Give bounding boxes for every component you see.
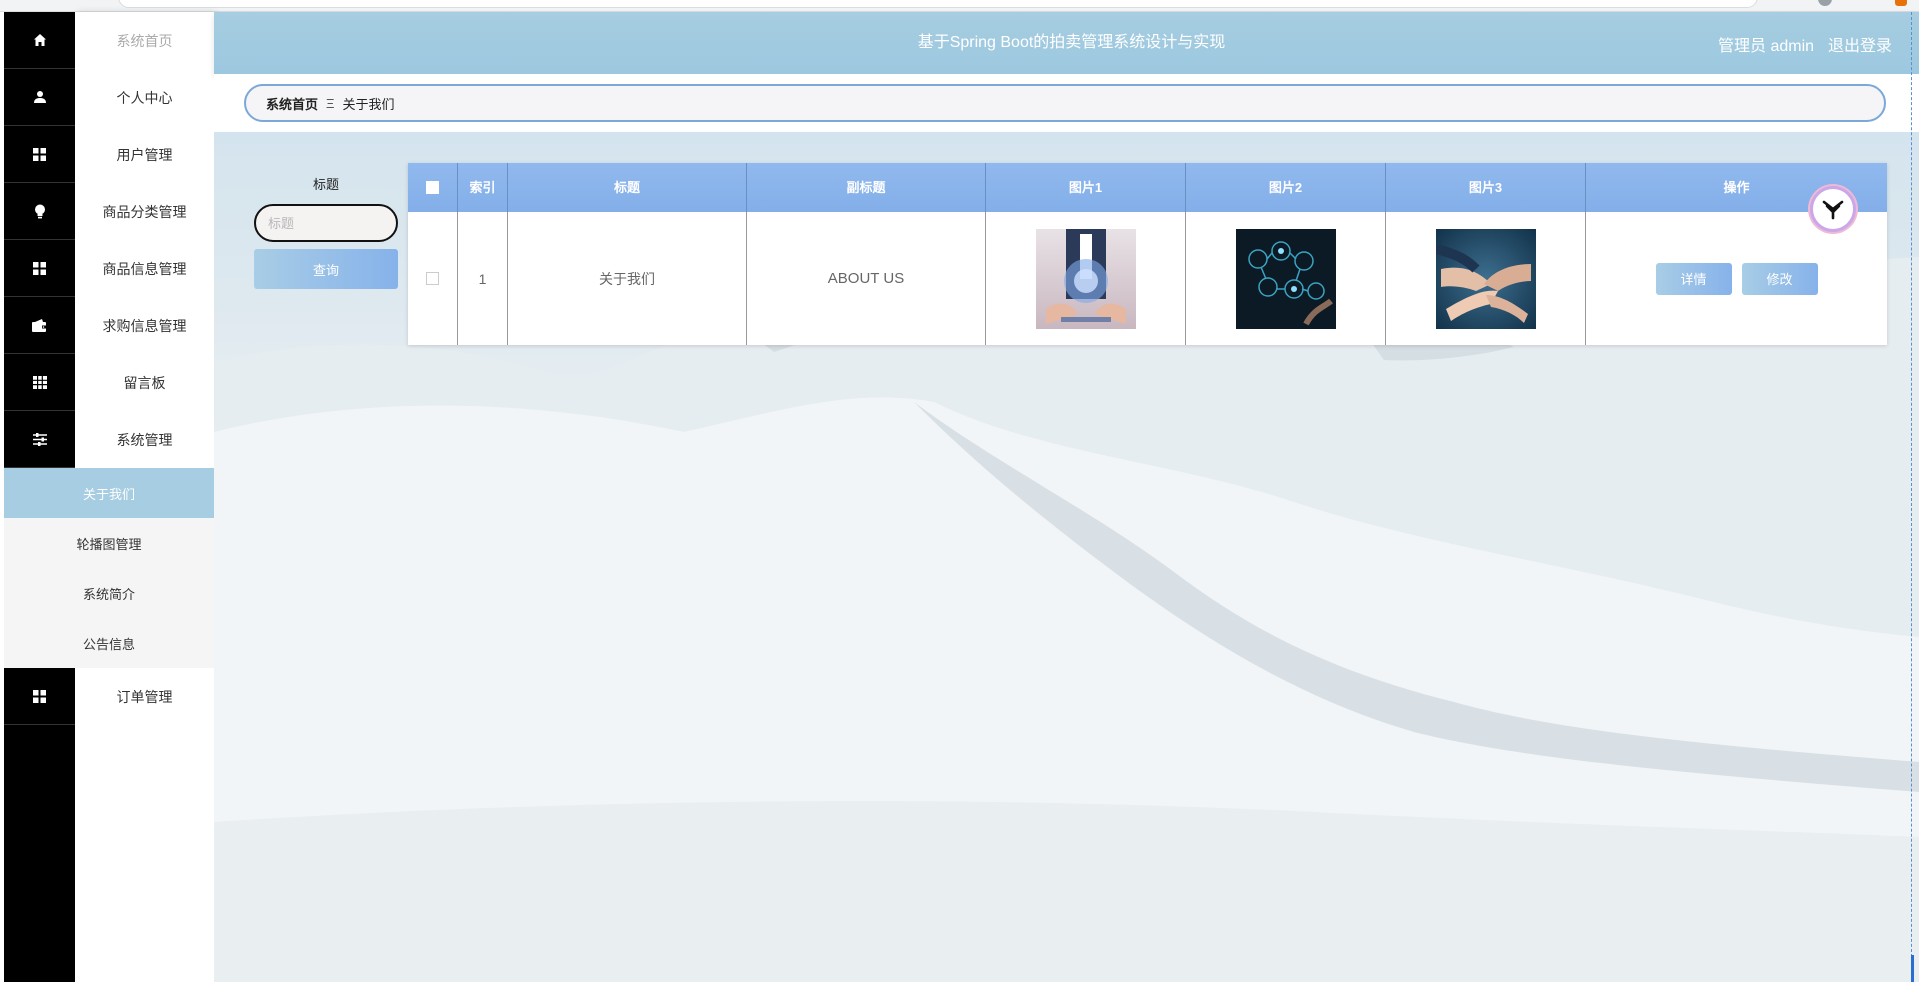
breadcrumb: 系统首页 Ξ 关于我们 — [244, 84, 1886, 122]
table-header: 索引 标题 副标题 图片1 图片2 图片3 操作 — [408, 163, 1887, 212]
sidebar-item-label: 商品信息管理 — [102, 260, 187, 277]
submenu-label: 系统简介 — [82, 586, 135, 602]
cell-title: 关于我们 — [508, 212, 747, 345]
sidebar-item-label: 系统首页 — [116, 32, 173, 49]
grid-icon — [4, 240, 75, 297]
search-button[interactable]: 查询 — [254, 249, 398, 289]
sidebar-item-label: 个人中心 — [116, 89, 173, 106]
sidebar-item-system[interactable]: 系统管理 — [4, 411, 214, 468]
search-input[interactable] — [254, 204, 398, 242]
edit-button[interactable]: 修改 — [1741, 262, 1818, 295]
sidebar-item-home[interactable]: 系统首页 — [4, 12, 214, 69]
current-user: 管理员 admin — [1718, 38, 1815, 55]
extension-icon[interactable] — [1895, 0, 1907, 6]
select-all-checkbox[interactable] — [426, 181, 439, 194]
sidebar-item-label: 商品分类管理 — [102, 203, 187, 220]
sidebar-item-label: 求购信息管理 — [102, 317, 187, 334]
search-label: 标题 — [312, 177, 339, 192]
column-header-image1: 图片1 — [986, 163, 1186, 212]
column-header-image3: 图片3 — [1386, 163, 1586, 212]
submenu-system-intro[interactable]: 系统简介 — [4, 568, 214, 618]
breadcrumb-separator: Ξ — [326, 95, 335, 111]
cell-image1 — [986, 212, 1186, 345]
sidebar-item-messages[interactable]: 留言板 — [4, 354, 214, 411]
column-header-title: 标题 — [508, 163, 747, 212]
grid-icon — [4, 126, 75, 183]
home-icon — [4, 12, 75, 69]
sidebar-item-label: 用户管理 — [116, 146, 173, 163]
table-icon — [4, 354, 75, 411]
cell-image2 — [1186, 212, 1386, 345]
sidebar-item-orders[interactable]: 订单管理 — [4, 668, 214, 725]
scrollbar-thumb[interactable] — [1911, 955, 1914, 982]
cell-index: 1 — [458, 212, 508, 345]
app-title: 基于Spring Boot的拍卖管理系统设计与实现 — [917, 34, 1226, 51]
sidebar-item-products[interactable]: 商品信息管理 — [4, 240, 214, 297]
submenu-about-us[interactable]: 关于我们 — [4, 468, 214, 518]
select-all-cell — [408, 163, 458, 212]
submenu-label: 公告信息 — [82, 636, 135, 652]
user-icon — [4, 69, 75, 126]
sidebar-item-purchase[interactable]: 求购信息管理 — [4, 297, 214, 354]
sidebar-item-users[interactable]: 用户管理 — [4, 126, 214, 183]
bulb-icon — [4, 183, 75, 240]
cell-actions: 详情 修改 — [1586, 212, 1887, 345]
breadcrumb-home[interactable]: 系统首页 — [266, 94, 318, 113]
column-header-subtitle: 副标题 — [747, 163, 986, 212]
profile-icon[interactable] — [1818, 0, 1832, 6]
sidebar-item-label: 订单管理 — [116, 688, 173, 705]
submenu-carousel[interactable]: 轮播图管理 — [4, 518, 214, 568]
top-header: 基于Spring Boot的拍卖管理系统设计与实现 管理员 admin 退出登录 — [214, 12, 1919, 74]
submenu-label: 关于我们 — [82, 486, 135, 502]
data-table: 索引 标题 副标题 图片1 图片2 图片3 操作 1 关于我们 ABOUT US — [408, 163, 1887, 345]
sidebar-item-label: 留言板 — [123, 374, 166, 391]
tech-network-image — [1235, 228, 1336, 329]
logout-link[interactable]: 退出登录 — [1828, 32, 1892, 56]
submenu-notice[interactable]: 公告信息 — [4, 618, 214, 668]
row-select-cell — [408, 212, 458, 345]
sidebar-item-label: 系统管理 — [116, 431, 173, 448]
business-hologram-image — [1035, 228, 1136, 329]
sidebar-item-profile[interactable]: 个人中心 — [4, 69, 214, 126]
sliders-icon — [4, 411, 75, 468]
breadcrumb-current: 关于我们 — [342, 96, 395, 112]
column-header-index: 索引 — [458, 163, 508, 212]
grid-icon — [4, 668, 75, 725]
browser-chrome — [0, 0, 1919, 12]
sidebar-item-category[interactable]: 商品分类管理 — [4, 183, 214, 240]
team-hands-image — [1435, 228, 1536, 329]
row-checkbox[interactable] — [426, 272, 439, 285]
address-bar[interactable] — [118, 0, 1758, 8]
assistant-badge-icon[interactable] — [1810, 186, 1856, 232]
scroll-guide — [1911, 12, 1912, 982]
cell-image3 — [1386, 212, 1586, 345]
column-header-image2: 图片2 — [1186, 163, 1386, 212]
cell-subtitle: ABOUT US — [747, 212, 986, 345]
detail-button[interactable]: 详情 — [1655, 262, 1732, 295]
submenu-label: 轮播图管理 — [76, 536, 142, 552]
wallet-icon — [4, 297, 75, 354]
